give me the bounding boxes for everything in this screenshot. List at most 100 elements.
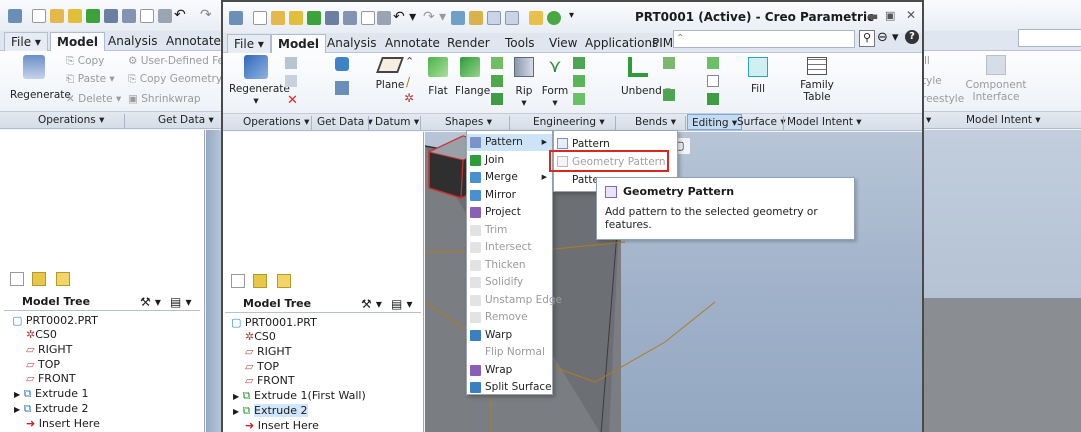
tree-item-insert-here[interactable]: ➜ Insert Here [245, 419, 319, 432]
menu-item-pattern[interactable]: Pattern ▶ [467, 134, 552, 151]
tab-tools[interactable]: Tools [499, 34, 541, 53]
tab-render[interactable]: Render [441, 34, 496, 53]
tab-file[interactable]: File ▾ [227, 34, 271, 53]
tab-annotate[interactable]: Annotate [160, 32, 221, 51]
component-interface-button[interactable]: Component Interface [964, 55, 1028, 103]
menu-item-intersect[interactable]: Intersect [467, 239, 552, 256]
model-tree-tab-icon[interactable] [231, 274, 245, 288]
shape-tool-icon-2[interactable] [491, 75, 503, 87]
tree-item-extrude-1[interactable]: ▶ ⧉ Extrude 1 [14, 387, 89, 402]
close-window-icon[interactable] [140, 9, 154, 23]
minimize-icon[interactable]: ▬ [867, 9, 878, 23]
paste-button[interactable]: ⎗ Paste ▾ [66, 73, 115, 86]
rip-button[interactable]: Rip ▾ [513, 57, 535, 109]
shape-tool-icon[interactable] [491, 57, 503, 69]
editing-tool-icon-2[interactable] [707, 75, 719, 87]
settings-icon[interactable]: ⊖ ▾ [877, 30, 899, 45]
engineering-tool-icon[interactable] [573, 57, 585, 69]
tree-item-insert-here[interactable]: ➜ Insert Here [26, 417, 100, 431]
tab-analysis[interactable]: Analysis [102, 32, 163, 51]
group-engineering[interactable]: Engineering ▾ [533, 116, 605, 128]
group-bends[interactable]: Bends ▾ [635, 116, 676, 128]
print-icon[interactable] [158, 9, 172, 23]
maximize-icon[interactable]: ▣ [885, 9, 895, 22]
expand-icon[interactable]: ▶ [233, 407, 239, 416]
style-button[interactable]: tyle [922, 75, 942, 87]
menu-item-unstamp-edge[interactable]: Unstamp Edge [467, 292, 562, 309]
open-session-icon[interactable] [289, 11, 303, 25]
group-model-intent[interactable]: Model Intent ▾ [787, 116, 862, 128]
menu-item-remove[interactable]: Remove [467, 309, 552, 326]
search-icon[interactable]: ⚲ [859, 30, 875, 47]
shrinkwrap-button[interactable]: ▣ Shrinkwrap [128, 93, 201, 105]
tree-item-part[interactable]: ▢ PRT0002.PRT [12, 314, 98, 328]
new-icon[interactable] [253, 11, 267, 25]
tree-item-front[interactable]: ▱ FRONT [26, 372, 76, 386]
tab-model[interactable]: Model [50, 32, 106, 52]
flat-button[interactable]: Flat [425, 57, 451, 97]
editing-tool-icon-3[interactable] [707, 93, 719, 105]
close-icon[interactable] [505, 11, 519, 25]
redo-icon[interactable]: ↷ [200, 7, 212, 23]
family-table-button[interactable]: Family Table [797, 57, 837, 103]
save-icon[interactable] [325, 11, 339, 25]
unbend-button[interactable]: Unbend ▾ [621, 57, 670, 97]
close-window-icon[interactable] [361, 11, 375, 25]
open-icon[interactable] [50, 9, 64, 23]
group-operations[interactable]: Operations ▾ [243, 116, 309, 128]
group-surface[interactable]: Surface ▾ [737, 116, 786, 128]
regenerate-all-icon[interactable] [451, 11, 465, 25]
menu-item-warp[interactable]: Warp [467, 327, 552, 344]
paste-icon[interactable] [285, 75, 297, 87]
engineering-tool-icon-3[interactable] [573, 93, 585, 105]
open-icon[interactable] [271, 11, 285, 25]
tree-columns-icon[interactable]: ▤ ▾ [170, 293, 192, 311]
help-icon[interactable]: ? [905, 30, 919, 44]
expand-icon[interactable]: ▶ [14, 390, 20, 399]
menu-item-wrap[interactable]: Wrap [467, 362, 552, 379]
favorites-icon[interactable] [277, 274, 291, 288]
undo-icon[interactable]: ↶ ▾ [393, 9, 416, 25]
group-get-data[interactable]: Get Data ▾ [317, 116, 373, 128]
rebuild-icon[interactable] [469, 11, 483, 25]
menu-item-join[interactable]: Join [467, 152, 552, 169]
redo-icon[interactable]: ↷ ▾ [423, 9, 446, 25]
menu-item-mirror[interactable]: Mirror [467, 187, 552, 204]
menu-item-thicken[interactable]: Thicken [467, 257, 552, 274]
bend-tool-icon-2[interactable] [663, 89, 675, 101]
group-get-data[interactable]: Get Data ▾ [158, 114, 214, 126]
group-datum[interactable]: Datum ▾ [375, 116, 419, 128]
folder-icon[interactable] [529, 11, 543, 25]
new-icon[interactable] [32, 9, 46, 23]
editing-tool-icon[interactable] [707, 57, 719, 69]
group-operations[interactable]: Operations ▾ [38, 114, 104, 126]
tab-view[interactable]: View [543, 34, 583, 53]
tree-settings-icon[interactable]: ⚒ ▾ [361, 295, 382, 313]
tree-settings-icon[interactable]: ⚒ ▾ [140, 293, 161, 311]
windows-icon[interactable] [487, 11, 501, 25]
tab-annotate[interactable]: Annotate [379, 34, 446, 53]
group-shapes[interactable]: Shapes ▾ [445, 116, 492, 128]
regenerate-icon[interactable] [307, 11, 321, 25]
tree-item-cs0[interactable]: ✲CS0 [245, 330, 276, 344]
delete-button[interactable]: ✕ Delete ▾ [66, 93, 121, 105]
coordinate-system-icon[interactable]: ✲ [404, 91, 414, 105]
group-editing[interactable]: Editing ▾ [687, 114, 743, 130]
axis-icon[interactable]: ⌃ [405, 55, 414, 68]
tree-item-extrude-2[interactable]: ▶ ⧉ Extrude 2 [233, 404, 308, 419]
tree-item-right[interactable]: ▱ RIGHT [245, 345, 291, 359]
folder-browser-icon[interactable] [32, 272, 46, 286]
tree-item-extrude-2[interactable]: ▶ ⧉ Extrude 2 [14, 402, 89, 417]
curve-icon[interactable]: / [406, 75, 410, 89]
window-icon[interactable] [343, 11, 357, 25]
search-dropdown-icon[interactable]: ⌃ [674, 33, 684, 44]
engineering-tool-icon-2[interactable] [573, 75, 585, 87]
search-input[interactable]: ⌃ [673, 30, 855, 48]
tree-item-right[interactable]: ▱ RIGHT [26, 343, 72, 357]
freestyle-button[interactable]: reestyle [922, 93, 964, 105]
regenerate-icon[interactable] [86, 9, 100, 23]
copy-icon[interactable] [285, 57, 297, 69]
menu-item-solidify[interactable]: Solidify [467, 274, 552, 291]
model-tree-tab-icon[interactable] [10, 272, 24, 286]
copy-geometry-button[interactable]: ⎘ Copy Geometry [128, 73, 221, 86]
